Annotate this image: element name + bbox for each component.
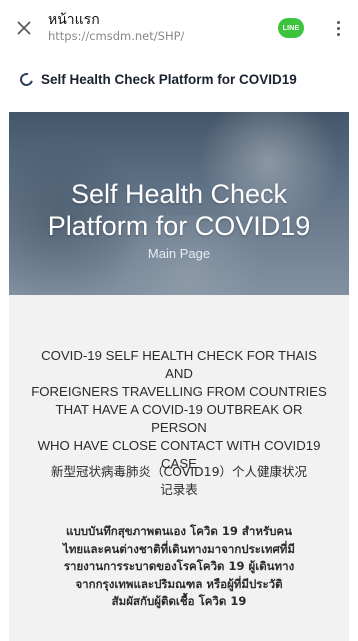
hero-subtitle: Main Page xyxy=(147,246,211,261)
loading-spinner-icon xyxy=(17,70,36,88)
main-content: COVID-19 SELF HEALTH CHECK FOR THAIS AND… xyxy=(9,295,349,641)
page-url: https://cmsdm.net/SHP/ xyxy=(48,29,185,43)
site-title[interactable]: Self Health Check Platform for COVID19 xyxy=(41,72,297,87)
site-header: Self Health Check Platform for COVID19 xyxy=(0,56,358,102)
hero-title: Self Health Check Platform for COVID19 xyxy=(9,178,349,242)
thai-line: รายงานการระบาดของโรคโควิด 19 ผู้เดินทาง xyxy=(63,559,295,573)
thai-line: จากกรุงเทพและปริมณฑล หรือผู้ที่มีประวัติ xyxy=(75,576,283,591)
chinese-line: 记录表 xyxy=(160,482,198,497)
hero-text: Self Health Check Platform for COVID19 M… xyxy=(9,178,349,261)
page-title: หน้าแรก xyxy=(48,12,100,28)
hero-banner: Self Health Check Platform for COVID19 M… xyxy=(9,112,349,295)
line-icon-label: LINE xyxy=(282,24,300,32)
english-line: THAT HAVE A COVID-19 OUTBREAK OR PERSON xyxy=(55,402,303,435)
thai-heading: แบบบันทึกสุขภาพตนเอง โควิด 19 สำหรับคน ไ… xyxy=(17,523,341,611)
close-glyph xyxy=(17,21,31,35)
browser-toolbar: หน้าแรก https://cmsdm.net/SHP/ LINE xyxy=(0,0,358,56)
english-heading: COVID-19 SELF HEALTH CHECK FOR THAIS AND… xyxy=(27,347,331,473)
more-options-icon[interactable] xyxy=(326,8,350,48)
thai-line: แบบบันทึกสุขภาพตนเอง โควิด 19 สำหรับคน xyxy=(66,524,292,538)
chinese-heading: 新型冠状病毒肺炎（COVID19）个人健康状况 记录表 xyxy=(27,463,331,499)
thai-line: สัมผัสกับผู้ติดเชื้อ โควิด 19 xyxy=(111,594,247,608)
english-line: FOREIGNERS TRAVELLING FROM COUNTRIES xyxy=(31,384,327,399)
line-share-button[interactable]: LINE xyxy=(278,18,304,38)
hero-title-line1: Self Health Check xyxy=(70,179,288,209)
chinese-line: 新型冠状病毒肺炎（COVID19）个人健康状况 xyxy=(50,464,308,479)
page-info: หน้าแรก https://cmsdm.net/SHP/ xyxy=(44,12,278,44)
hero-title-line2: Platform for COVID19 xyxy=(47,211,311,241)
thai-line: ไทยและคนต่างชาติที่เดินทางมาจากประเทศที่… xyxy=(63,541,295,556)
english-line: WHO HAVE CLOSE CONTACT WITH COVID19 xyxy=(37,438,321,453)
close-icon[interactable] xyxy=(4,0,44,56)
english-line: COVID-19 SELF HEALTH CHECK FOR THAIS AND xyxy=(41,348,317,381)
